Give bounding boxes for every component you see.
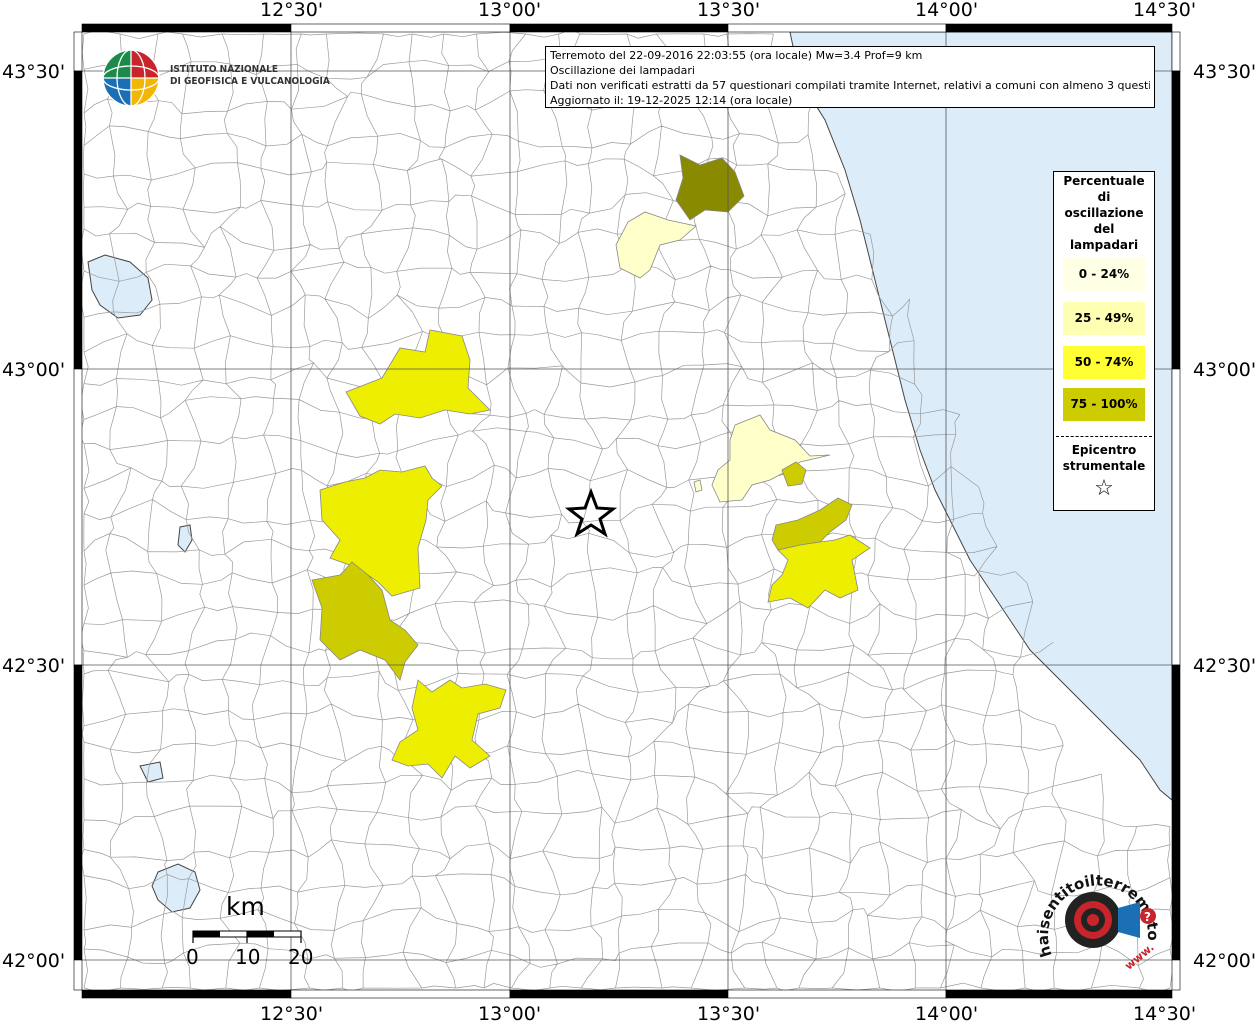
info-line-source: Dati non verificati estratti da 57 quest… bbox=[550, 79, 1150, 92]
lon-label-bottom-1230: 12°30' bbox=[260, 1003, 323, 1024]
lat-label-right-4330: 43°30' bbox=[1193, 61, 1256, 83]
legend-title-line5: lampadari bbox=[1069, 238, 1139, 252]
legend-title-line2: di bbox=[1097, 190, 1111, 204]
legend-item-75-100: 75 - 100% bbox=[1063, 388, 1145, 421]
info-line-event: Terremoto del 22-09-2016 22:03:55 (ora l… bbox=[550, 49, 923, 62]
haisentito-logo: haisentitoilterremoto.it ? www. bbox=[1030, 860, 1162, 973]
legend-item-50-74: 50 - 74% bbox=[1063, 346, 1145, 379]
lon-label-bottom-1430: 14°30' bbox=[1133, 1003, 1196, 1024]
legend-separator bbox=[1056, 436, 1152, 437]
svg-text:?: ? bbox=[1144, 910, 1151, 924]
legend-item-25-49: 25 - 49% bbox=[1063, 302, 1145, 335]
legend-epicenter-label: Epicentro strumentale bbox=[1054, 442, 1154, 474]
legend-epicenter-line2: strumentale bbox=[1062, 459, 1146, 473]
legend-title-line1: Percentuale bbox=[1063, 174, 1145, 188]
lat-label-left-4330: 43°30' bbox=[2, 61, 65, 83]
lat-label-right-4300: 43°00' bbox=[1193, 359, 1256, 381]
info-line-updated: Aggiornato il: 19-12-2025 12:14 (ora loc… bbox=[550, 94, 793, 107]
scale-unit: km bbox=[226, 892, 265, 921]
lat-label-left-4300: 43°00' bbox=[2, 359, 65, 381]
legend-epicenter-line1: Epicentro bbox=[1071, 443, 1137, 457]
lat-label-right-4200: 42°00' bbox=[1193, 950, 1256, 972]
scale-tick-10: 10 bbox=[235, 945, 260, 969]
lon-label-bottom-1300: 13°00' bbox=[478, 1003, 541, 1024]
scale-tick-0: 0 bbox=[186, 945, 199, 969]
legend-item-0-24: 0 - 24% bbox=[1063, 258, 1145, 291]
legend-title-line3: oscillazione bbox=[1064, 206, 1144, 220]
lat-label-left-4230: 42°30' bbox=[2, 655, 65, 677]
info-line-parameter: Oscillazione dei lampadari bbox=[550, 64, 695, 77]
legend-title-line4: del bbox=[1093, 222, 1115, 236]
lon-label-bottom-1330: 13°30' bbox=[697, 1003, 760, 1024]
earthquake-info-box: Terremoto del 22-09-2016 22:03:55 (ora l… bbox=[545, 46, 1155, 108]
lon-label-bottom-1400: 14°00' bbox=[915, 1003, 978, 1024]
lat-label-right-4230: 42°30' bbox=[1193, 655, 1256, 677]
globe-icon bbox=[102, 49, 160, 107]
lon-label-top-1400: 14°00' bbox=[915, 0, 978, 21]
legend-epicenter-star-icon: ☆ bbox=[1094, 476, 1114, 501]
lon-label-top-1230: 12°30' bbox=[260, 0, 323, 21]
ingv-name: ISTITUTO NAZIONALE DI GEOFISICA E VULCAN… bbox=[170, 64, 330, 88]
scale-tick-20: 20 bbox=[288, 945, 313, 969]
lat-label-left-4200: 42°00' bbox=[2, 950, 65, 972]
lon-label-top-1330: 13°30' bbox=[697, 0, 760, 21]
lon-label-top-1430: 14°30' bbox=[1133, 0, 1196, 21]
haisentito-url: www. bbox=[1122, 941, 1156, 973]
lon-label-top-1300: 13°00' bbox=[478, 0, 541, 21]
ingv-name-line2: DI GEOFISICA E VULCANOLOGIA bbox=[170, 76, 330, 87]
ingv-name-line1: ISTITUTO NAZIONALE bbox=[170, 64, 279, 75]
legend: Percentuale di oscillazione del lampadar… bbox=[1053, 171, 1155, 511]
legend-title: Percentuale di oscillazione del lampadar… bbox=[1054, 172, 1154, 253]
